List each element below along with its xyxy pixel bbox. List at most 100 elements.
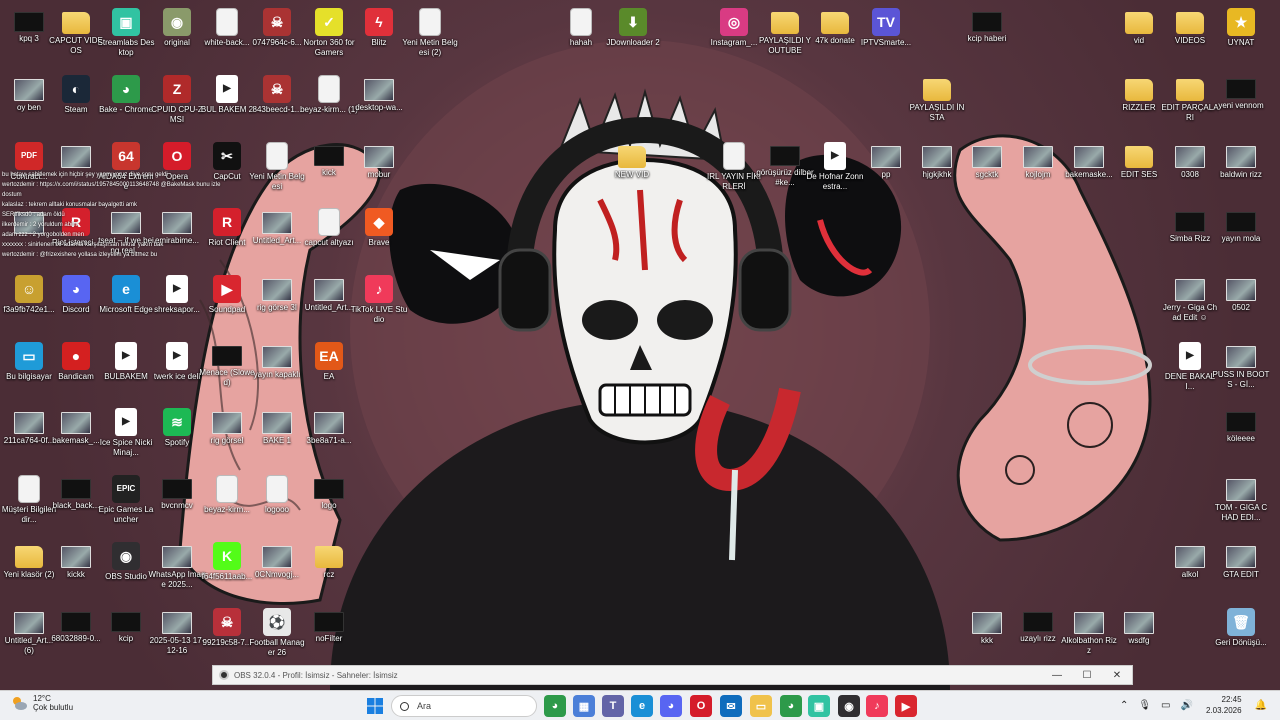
desktop-icon[interactable]: ⬇ JDownloader 2 — [604, 8, 662, 48]
volume-icon[interactable]: 🔊 — [1181, 700, 1193, 711]
streamlabs-icon[interactable]: ▣ — [808, 695, 830, 717]
desktop-icon[interactable]: EA EA — [300, 342, 358, 382]
desktop-icon[interactable]: 0502 — [1212, 275, 1270, 313]
desktop-icon[interactable]: ▶ Ice Spice Nicki Minaj... — [97, 408, 155, 458]
tiktok-icon[interactable]: ♪ — [866, 695, 888, 717]
store-icon[interactable]: ▦ — [573, 695, 595, 717]
desktop-icon[interactable]: 🗑 Geri Dönüşü... — [1212, 608, 1270, 648]
desktop-icon-label: rig görse 3I — [256, 303, 298, 312]
soundpad-icon[interactable]: ▶ — [895, 695, 917, 717]
outlook-icon[interactable]: ✉ — [720, 695, 742, 717]
close-button[interactable]: ✕ — [1102, 670, 1132, 681]
desktop-icon[interactable]: ◕ Bake - Chrome — [97, 75, 155, 115]
network-icon[interactable]: ▭ — [1161, 700, 1170, 711]
desktop-icon[interactable]: ★ UYNAT — [1212, 8, 1270, 48]
desktop-icon[interactable]: rig görse 3I — [248, 275, 306, 313]
desktop-icon[interactable]: Jerry - Giga Chad Edit ☺ — [1161, 275, 1219, 323]
desktop-icon[interactable]: ▶ BULBAKEM — [97, 342, 155, 382]
chat-message: dostum — [2, 192, 22, 198]
file-icon — [723, 142, 745, 170]
desktop-icon[interactable]: EDIT PARÇALARI — [1161, 75, 1219, 123]
desktop-icon[interactable]: hahah — [552, 8, 610, 48]
clock[interactable]: 22:45 2.03.2026 — [1206, 694, 1242, 716]
desktop-icon[interactable]: kcip — [97, 608, 155, 644]
desktop-icon[interactable]: desktop-wa... — [350, 75, 408, 113]
desktop-icon[interactable]: ☠ 0747964c-6... — [248, 8, 306, 48]
desktop-icon[interactable]: EPIC Epic Games Launcher — [97, 475, 155, 525]
edge-icon[interactable]: e — [631, 695, 653, 717]
desktop-icon[interactable]: ♪ TikTok LIVE Studio — [350, 275, 408, 325]
desktop-icon[interactable]: VIDEOS — [1161, 8, 1219, 46]
desktop-icon[interactable]: alkol — [1161, 542, 1219, 580]
desktop-icon[interactable]: TV IPTVSmarte... — [857, 8, 915, 48]
obs-window-titlebar[interactable]: OBS 32.0.4 - Profil: İsimsiz - Sahneler:… — [212, 665, 1133, 685]
desktop-icon[interactable]: wsdfg — [1110, 608, 1168, 646]
desktop-icon[interactable]: ☠ 843beecd-1... — [248, 75, 306, 115]
desktop-icon[interactable]: RIZZLER — [1110, 75, 1168, 113]
explorer-icon[interactable]: ▭ — [750, 695, 772, 717]
desktop-icon[interactable]: ϟ Blitz — [350, 8, 408, 48]
desktop-icon[interactable]: PAYLAŞILDI İNSTA — [908, 75, 966, 123]
desktop-icon[interactable]: logo — [300, 475, 358, 511]
desktop-icon-label: OBS Studio — [105, 572, 147, 581]
desktop-icon[interactable]: e Microsoft Edge — [97, 275, 155, 315]
desktop-icon[interactable]: ▣ Streamlabs Desktop — [97, 8, 155, 58]
desktop-icon[interactable]: ▶ DENE BAKALI... — [1161, 342, 1219, 392]
desktop-icon[interactable]: logooo — [248, 475, 306, 515]
app-glyph: ♪ — [375, 281, 383, 297]
desktop-icon[interactable]: Simba Rizz — [1161, 208, 1219, 244]
desktop-icon[interactable]: NEW VID — [603, 142, 661, 180]
desktop-icon[interactable]: kcip haberi — [958, 8, 1016, 44]
desktop-icon-label: yayın mola — [1221, 234, 1261, 243]
desktop-icon[interactable]: ◎ Instagram_... — [705, 8, 763, 48]
image-file-icon — [111, 612, 141, 632]
desktop-icon[interactable]: 3be8a71-a... — [300, 408, 358, 446]
obs-icon[interactable]: ◉ — [838, 695, 860, 717]
desktop-icon[interactable]: mobur — [350, 142, 408, 180]
start-button[interactable] — [364, 695, 386, 717]
chrome-icon[interactable]: ◕ — [544, 695, 566, 717]
desktop-icon[interactable]: ◆ Brave — [350, 208, 408, 248]
desktop-icon[interactable]: noFilter — [300, 608, 358, 644]
desktop-icon[interactable]: kojlojm — [1009, 142, 1067, 180]
desktop-icon[interactable]: 0CNmvogj... — [248, 542, 306, 580]
desktop-icon[interactable]: sgcktk — [958, 142, 1016, 180]
desktop-icon[interactable]: TOM - GIGA CHAD EDI... — [1212, 475, 1270, 523]
minimize-button[interactable]: — — [1042, 670, 1072, 681]
desktop-icon[interactable]: köleeee — [1212, 408, 1270, 444]
desktop-icon[interactable]: kkk — [958, 608, 1016, 646]
opera-icon[interactable]: O — [690, 695, 712, 717]
taskbar-search[interactable]: Ara — [391, 695, 537, 717]
desktop-icon[interactable]: BAKE 1 — [248, 408, 306, 446]
weather-widget[interactable]: 12°C Çok bulutlu — [10, 694, 73, 712]
desktop-icon[interactable]: pp — [857, 142, 915, 180]
chrome2-icon[interactable]: ◕ — [780, 695, 802, 717]
desktop-icon[interactable]: yayın kapaklı — [248, 342, 306, 380]
desktop-icon[interactable]: EDIT SES — [1110, 142, 1168, 180]
desktop-icon[interactable]: Yeni Metin Belgesi (2) — [401, 8, 459, 58]
desktop-icon[interactable]: yeni vennom — [1212, 75, 1270, 111]
desktop-icon[interactable]: vid — [1110, 8, 1168, 46]
desktop-icon[interactable]: IRL YAYIN FİKİRLERİ — [705, 142, 763, 192]
discord-icon[interactable]: ◕ — [660, 695, 682, 717]
app-glyph: ✂ — [221, 148, 233, 164]
desktop-icon[interactable]: ◉ OBS Studio — [97, 542, 155, 582]
desktop-icon[interactable]: baldwin rizz — [1212, 142, 1270, 180]
desktop-icon[interactable]: ▶ De Hofnar Zonnestra... — [806, 142, 864, 192]
microphone-icon[interactable]: 🎙 — [1138, 700, 1151, 711]
desktop-icon-label: Brave — [368, 238, 390, 247]
desktop-icon[interactable]: ⚽ Football Manager 26 — [248, 608, 306, 658]
app-icon: ✓ — [315, 8, 343, 36]
desktop-icon[interactable]: 0308 — [1161, 142, 1219, 180]
maximize-button[interactable]: ☐ — [1072, 670, 1102, 681]
desktop-icon[interactable]: 47k donate — [806, 8, 864, 46]
desktop-icon[interactable]: GTA EDIT — [1212, 542, 1270, 580]
notification-bell-icon[interactable]: 🔔 — [1255, 700, 1267, 711]
chevron-up-icon[interactable]: ⌃ — [1120, 700, 1128, 711]
desktop-icon[interactable]: rcz — [300, 542, 358, 580]
desktop-icon[interactable]: PUSS IN BOOTS - Gİ... — [1212, 342, 1270, 390]
desktop-icon[interactable]: yayın mola — [1212, 208, 1270, 244]
teams-icon[interactable]: T — [602, 695, 624, 717]
desktop-icon-label: TOM - GIGA CHAD EDI... — [1214, 503, 1268, 522]
desktop-icon[interactable]: uzaylı rizz — [1009, 608, 1067, 644]
